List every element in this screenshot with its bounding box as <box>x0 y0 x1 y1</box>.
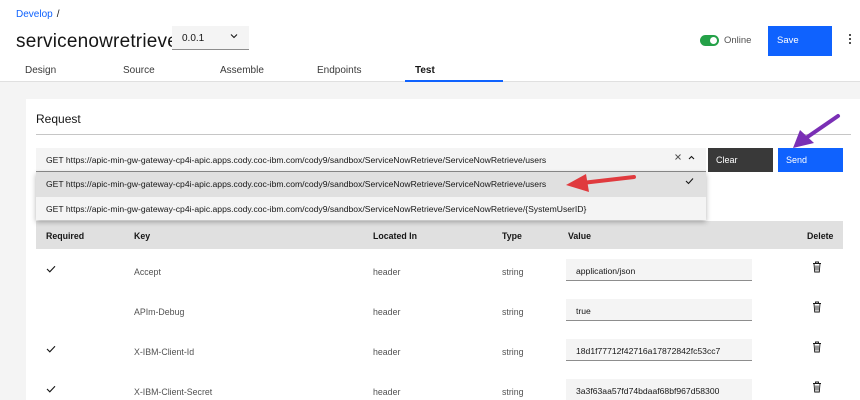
chevron-up-icon[interactable] <box>687 153 696 164</box>
tab-endpoints[interactable]: Endpoints <box>317 65 361 76</box>
selected-url: GET https://apic-min-gw-gateway-cp4i-api… <box>46 155 547 165</box>
breadcrumb-separator: / <box>56 9 60 20</box>
param-value-input[interactable]: application/json <box>566 259 752 281</box>
param-location: header <box>373 387 401 397</box>
checkmark-icon <box>685 177 694 188</box>
operation-url-select[interactable]: GET https://apic-min-gw-gateway-cp4i-api… <box>36 148 706 172</box>
tab-test[interactable]: Test <box>415 65 435 76</box>
trash-icon[interactable] <box>812 261 826 277</box>
tab-design[interactable]: Design <box>25 65 56 76</box>
page-title: servicenowretrieve <box>16 31 178 52</box>
required-check-icon <box>46 264 56 276</box>
param-location: header <box>373 307 401 317</box>
active-tab-indicator <box>405 80 503 82</box>
tab-source[interactable]: Source <box>123 65 155 76</box>
param-key: Accept <box>134 267 161 277</box>
header-delete: Delete <box>807 231 834 241</box>
table-row: X-IBM-Client-Secret header string 3a3f63… <box>36 370 843 400</box>
header-value: Value <box>568 231 591 241</box>
request-heading: Request <box>36 112 81 126</box>
request-panel: Request GET https://apic-min-gw-gateway-… <box>26 99 860 400</box>
tab-assemble[interactable]: Assemble <box>220 65 264 76</box>
breadcrumb-develop-link[interactable]: Develop <box>16 9 53 20</box>
dropdown-option-users[interactable]: GET https://apic-min-gw-gateway-cp4i-api… <box>36 172 706 196</box>
param-type: string <box>502 307 524 317</box>
trash-icon[interactable] <box>812 301 826 317</box>
parameters-table-header: Required Key Located In Type Value Delet… <box>36 221 843 249</box>
toggle-knob <box>710 37 717 44</box>
trash-icon[interactable] <box>812 381 826 397</box>
option-label: GET https://apic-min-gw-gateway-cp4i-api… <box>46 179 547 189</box>
trash-icon[interactable] <box>812 341 826 357</box>
table-row: Accept header string application/json <box>36 250 843 290</box>
overflow-menu-icon[interactable] <box>848 33 852 48</box>
version-value: 0.0.1 <box>182 33 205 44</box>
required-check-icon <box>46 384 56 396</box>
header-key: Key <box>134 231 151 241</box>
param-value-input[interactable]: true <box>566 299 752 321</box>
url-dropdown-menu: GET https://apic-min-gw-gateway-cp4i-api… <box>36 172 706 220</box>
divider <box>36 134 851 135</box>
param-type: string <box>502 347 524 357</box>
header-located-in: Located In <box>373 231 417 241</box>
param-type: string <box>502 267 524 277</box>
clear-button[interactable]: Clear <box>708 148 773 172</box>
clear-selection-icon[interactable] <box>674 153 682 164</box>
online-toggle[interactable] <box>700 35 719 46</box>
table-row: APIm-Debug header string true <box>36 290 843 330</box>
param-value-input[interactable]: 3a3f63aa57fd74bdaaf68bf967d58300 <box>566 379 752 400</box>
chevron-down-icon <box>229 31 239 44</box>
header-required: Required <box>46 231 85 241</box>
app-header: Develop / servicenowretrieve 0.0.1 Online… <box>0 0 860 82</box>
header-type: Type <box>502 231 522 241</box>
param-key: X-IBM-Client-Id <box>134 347 195 357</box>
param-value-input[interactable]: 18d1f77712f42716a17872842fc53cc7 <box>566 339 752 361</box>
save-button[interactable]: Save <box>768 26 832 56</box>
option-label: GET https://apic-min-gw-gateway-cp4i-api… <box>46 204 587 214</box>
param-key: X-IBM-Client-Secret <box>134 387 213 397</box>
param-key: APIm-Debug <box>134 307 185 317</box>
online-label: Online <box>724 35 752 46</box>
dropdown-option-systemuserid[interactable]: GET https://apic-min-gw-gateway-cp4i-api… <box>36 196 706 220</box>
table-row: X-IBM-Client-Id header string 18d1f77712… <box>36 330 843 370</box>
send-button[interactable]: Send <box>778 148 843 172</box>
param-type: string <box>502 387 524 397</box>
breadcrumb: Develop / <box>16 9 59 20</box>
param-location: header <box>373 347 401 357</box>
version-select[interactable]: 0.0.1 <box>172 26 249 50</box>
tab-bar: Design Source Assemble Endpoints Test <box>0 62 860 82</box>
param-location: header <box>373 267 401 277</box>
required-check-icon <box>46 344 56 356</box>
